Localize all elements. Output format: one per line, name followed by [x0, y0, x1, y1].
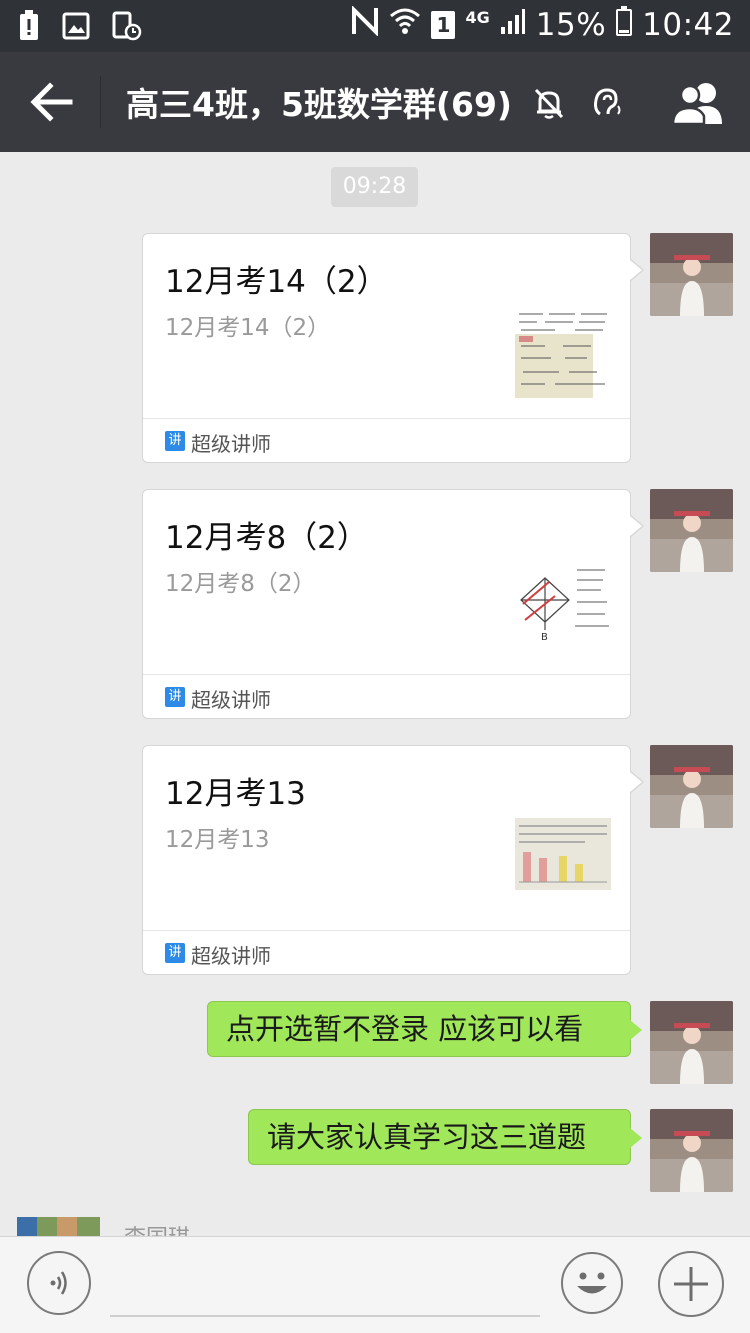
link-card[interactable]: 12月考14（2） 12月考14（2） 讲 超级讲师: [142, 233, 644, 463]
card-source-label: 超级讲师: [191, 432, 271, 456]
screen-timer-icon: [112, 11, 142, 45]
network-label: 4G: [465, 7, 490, 27]
card-description: 12月考8（2）: [165, 571, 316, 597]
chat-title: 高三4班，5班数学群(69): [126, 85, 513, 124]
lecturer-app-icon: 讲: [165, 431, 185, 451]
link-card[interactable]: 12月考8（2） 12月考8（2） B 讲 超级讲师: [142, 489, 644, 719]
battery-icon: [616, 6, 633, 44]
avatar[interactable]: [650, 1001, 733, 1084]
voice-icon[interactable]: [27, 1251, 91, 1315]
sender-avatar[interactable]: [17, 1217, 100, 1237]
signal-icon: [500, 7, 526, 43]
status-bar: 1 4G 15% 10:42: [0, 0, 750, 52]
sender-name: 李国琪: [124, 1220, 190, 1236]
title-bar: 高三4班，5班数学群(69): [0, 52, 750, 152]
clock: 10:42: [642, 7, 734, 43]
card-source-label: 超级讲师: [191, 688, 271, 712]
card-source: 讲 超级讲师: [143, 930, 630, 974]
card-description: 12月考14（2）: [165, 315, 331, 341]
card-thumbnail: [515, 306, 611, 398]
svg-text:B: B: [541, 632, 548, 643]
card-title: 12月考13: [165, 776, 306, 812]
card-thumbnail: B: [515, 560, 611, 652]
wifi-icon: [389, 6, 421, 44]
nfc-icon: [351, 5, 379, 44]
card-source: 讲 超级讲师: [143, 418, 630, 462]
plus-icon[interactable]: [658, 1251, 724, 1317]
avatar[interactable]: [650, 233, 733, 316]
gallery-icon: [62, 12, 90, 44]
avatar[interactable]: [650, 489, 733, 572]
chat-timestamp: 09:28: [331, 167, 418, 207]
sim-label: 1: [436, 13, 451, 37]
title-divider: [100, 76, 101, 128]
earpiece-icon[interactable]: [590, 84, 624, 120]
avatar[interactable]: [650, 745, 733, 828]
battery-alert-icon: [18, 10, 40, 46]
input-bar: [0, 1236, 750, 1333]
message-bubble[interactable]: 点开选暂不登录 应该可以看: [207, 1001, 642, 1057]
card-description: 12月考13: [165, 827, 270, 853]
group-members-icon[interactable]: [670, 80, 730, 126]
message-bubble[interactable]: 请大家认真学习这三道题: [248, 1109, 642, 1165]
link-card[interactable]: 12月考13 12月考13 讲 超级讲师: [142, 745, 644, 975]
card-title: 12月考8（2）: [165, 520, 368, 556]
card-thumbnail: [515, 818, 611, 890]
card-title: 12月考14（2）: [165, 264, 388, 300]
lecturer-app-icon: 讲: [165, 687, 185, 707]
card-source: 讲 超级讲师: [143, 674, 630, 718]
mute-bell-icon: [532, 86, 566, 120]
back-arrow-icon[interactable]: [28, 80, 76, 124]
lecturer-app-icon: 讲: [165, 943, 185, 963]
card-source-label: 超级讲师: [191, 944, 271, 968]
emoji-icon[interactable]: [560, 1251, 624, 1315]
battery-percent: 15%: [535, 7, 607, 43]
avatar[interactable]: [650, 1109, 733, 1192]
sim-icon: 1: [431, 11, 456, 39]
message-input[interactable]: [110, 1315, 540, 1317]
